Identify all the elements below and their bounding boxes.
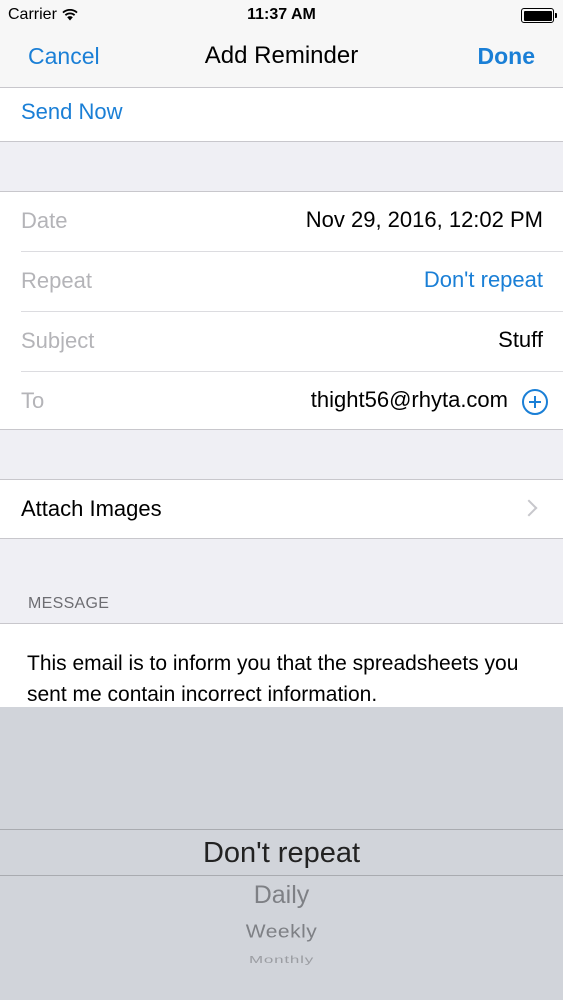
message-body-field[interactable]: This email is to inform you that the spr… — [0, 623, 563, 707]
message-section-header: MESSAGE — [28, 595, 110, 612]
done-button[interactable]: Done — [478, 43, 536, 70]
to-row[interactable]: To thight56@rhyta.com — [0, 372, 563, 432]
repeat-row[interactable]: Repeat Don't repeat — [0, 252, 563, 312]
chevron-right-icon — [520, 499, 538, 517]
picker-top-line — [0, 829, 563, 830]
picker-option[interactable]: Weekly — [0, 921, 563, 942]
message-text[interactable]: This email is to inform you that the spr… — [27, 648, 547, 707]
battery-icon — [521, 8, 557, 23]
to-label: To — [21, 388, 45, 413]
picker-option-selected[interactable]: Don't repeat — [0, 837, 563, 870]
picker-option[interactable]: Daily — [0, 881, 563, 910]
subject-label: Subject — [21, 328, 95, 353]
add-contact-icon[interactable] — [522, 389, 548, 415]
to-value[interactable]: thight56@rhyta.com — [311, 387, 508, 413]
attach-images-label: Attach Images — [21, 496, 162, 521]
navigation-bar: Cancel Add Reminder Done — [0, 30, 563, 88]
repeat-value[interactable]: Don't repeat — [424, 267, 543, 293]
subject-row[interactable]: Subject Stuff — [0, 312, 563, 372]
status-time: 11:37 AM — [247, 6, 316, 23]
picker-bottom-line — [0, 875, 563, 876]
date-row[interactable]: Date Nov 29, 2016, 12:02 PM — [0, 192, 563, 252]
date-value[interactable]: Nov 29, 2016, 12:02 PM — [306, 207, 543, 233]
picker-option[interactable]: Monthly — [0, 954, 563, 966]
send-now-button[interactable]: Send Now — [21, 99, 123, 125]
attach-images-row[interactable]: Attach Images — [0, 479, 563, 539]
repeat-label: Repeat — [21, 268, 92, 293]
status-bar: Carrier 11:37 AM — [0, 0, 563, 30]
repeat-picker[interactable]: Don't repeat Daily Weekly Monthly — [0, 707, 563, 1000]
subject-value[interactable]: Stuff — [498, 327, 543, 353]
send-now-row[interactable]: Send Now — [0, 88, 563, 142]
reminder-form: Date Nov 29, 2016, 12:02 PM Repeat Don't… — [0, 191, 563, 430]
date-label: Date — [21, 208, 68, 233]
